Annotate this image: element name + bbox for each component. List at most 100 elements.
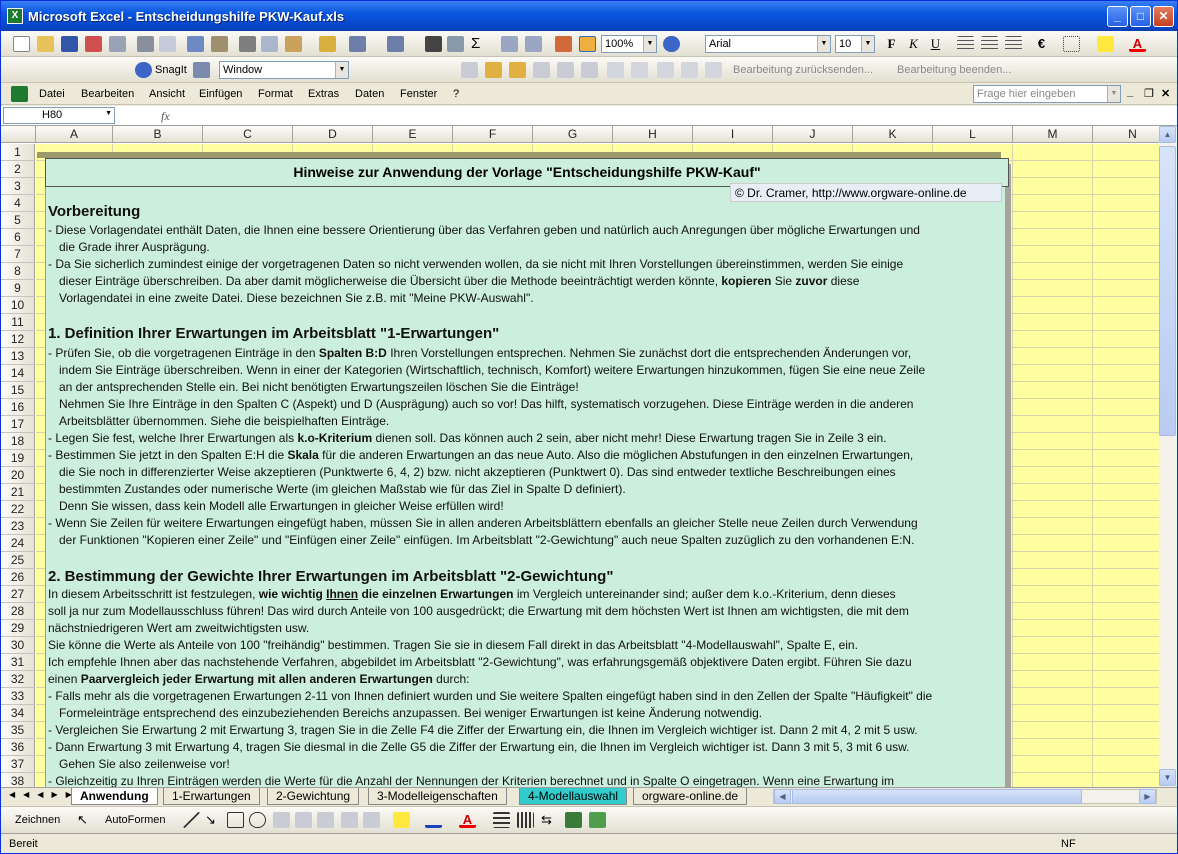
row-header[interactable]: 33 (1, 688, 35, 705)
menu-ansicht[interactable]: Ansicht (149, 88, 185, 100)
vertical-scrollbar[interactable]: ▲ ▼ (1159, 126, 1177, 787)
help-icon[interactable] (663, 36, 680, 52)
excel-app-icon[interactable]: X (7, 8, 23, 24)
spelling-icon[interactable] (187, 36, 204, 52)
font-color-icon[interactable]: A (1129, 36, 1146, 52)
new-icon[interactable] (13, 36, 30, 52)
sort-asc-icon[interactable] (501, 36, 518, 52)
font-size-select[interactable]: 10 ▼ (835, 35, 875, 53)
menu-daten[interactable]: Daten (355, 88, 384, 100)
row-header[interactable]: 4 (1, 195, 35, 212)
snagit-window-select[interactable]: Window ▼ (219, 61, 349, 79)
scroll-left-icon[interactable]: ◀ (774, 789, 791, 804)
row-header[interactable]: 30 (1, 637, 35, 654)
row-header[interactable]: 38 (1, 773, 35, 787)
autoformen-menu[interactable]: AutoFormen (105, 814, 166, 826)
row-header[interactable]: 2 (1, 161, 35, 178)
italic-icon[interactable]: K (905, 36, 922, 52)
maximize-button[interactable]: □ (1130, 6, 1151, 27)
row-header[interactable]: 7 (1, 246, 35, 263)
track-changes-icon[interactable] (607, 62, 624, 78)
column-header[interactable]: F (453, 126, 533, 143)
worksheet-grid[interactable]: ABCDEFGHIJKLMN 1 2 3 4 5 6 7 8 9 10 11 12 13 14 15 16 17… (1, 126, 1159, 787)
row-header[interactable]: 13 (1, 348, 35, 365)
row-header[interactable]: 21 (1, 484, 35, 501)
redo-icon[interactable] (387, 36, 404, 52)
textbox-icon[interactable] (273, 812, 290, 828)
column-header[interactable]: M (1013, 126, 1093, 143)
menu-fenster[interactable]: Fenster (400, 88, 437, 100)
row-header[interactable]: 5 (1, 212, 35, 229)
paste-icon[interactable] (285, 36, 302, 52)
row-header[interactable]: 18 (1, 433, 35, 450)
chart-wizard-icon[interactable] (555, 36, 572, 52)
snagit-label[interactable]: SnagIt (155, 64, 187, 76)
bold-icon[interactable]: F (883, 36, 900, 52)
diagram-icon[interactable] (317, 812, 334, 828)
dash-style-icon[interactable] (517, 812, 534, 828)
end-review-label[interactable]: Bearbeitung beenden... (897, 64, 1011, 76)
undo-icon[interactable] (349, 36, 366, 52)
row-header[interactable]: 25 (1, 552, 35, 569)
row-header[interactable]: 20 (1, 467, 35, 484)
shadow-icon[interactable] (565, 812, 582, 828)
row-header[interactable]: 6 (1, 229, 35, 246)
sort-desc-icon[interactable] (525, 36, 542, 52)
print-icon[interactable] (137, 36, 154, 52)
row-header[interactable]: 29 (1, 620, 35, 637)
minimize-button[interactable]: _ (1107, 6, 1128, 27)
tab-orgware-online[interactable]: orgware-online.de (633, 788, 748, 805)
edit-comment-icon[interactable] (509, 62, 526, 78)
column-header[interactable]: A (36, 126, 113, 143)
row-header[interactable]: 15 (1, 382, 35, 399)
row-header[interactable]: 37 (1, 756, 35, 773)
next-comment-icon[interactable] (557, 62, 574, 78)
draw-font-color-icon[interactable]: A (459, 812, 476, 828)
row-header[interactable]: 24 (1, 535, 35, 552)
menu-bearbeiten[interactable]: Bearbeiten (81, 88, 134, 100)
autosum-icon[interactable]: Σ (471, 36, 488, 52)
column-header[interactable]: N (1093, 126, 1159, 143)
row-header[interactable]: 10 (1, 297, 35, 314)
align-left-icon[interactable] (957, 36, 974, 52)
column-header[interactable]: D (293, 126, 373, 143)
row-header[interactable]: 23 (1, 518, 35, 535)
row-header[interactable]: 28 (1, 603, 35, 620)
row-header[interactable]: 35 (1, 722, 35, 739)
menu-extras[interactable]: Extras (308, 88, 339, 100)
row-header[interactable]: 36 (1, 739, 35, 756)
menu-datei[interactable]: Datei (39, 88, 65, 100)
column-header[interactable]: E (373, 126, 453, 143)
arrow-style-icon[interactable]: ⇆ (541, 812, 558, 828)
ink-icon[interactable] (447, 36, 464, 52)
line-color-icon[interactable] (425, 812, 442, 828)
3d-icon[interactable] (589, 812, 606, 828)
rectangle-icon[interactable] (227, 812, 244, 828)
row-header[interactable]: 31 (1, 654, 35, 671)
column-header[interactable]: I (693, 126, 773, 143)
hscroll-thumb[interactable] (792, 789, 1082, 804)
review-icon[interactable] (461, 62, 478, 78)
doc-minimize-button[interactable]: _ (1127, 86, 1133, 98)
send-for-review-label[interactable]: Bearbeitung zurücksenden... (733, 64, 873, 76)
row-header[interactable]: 16 (1, 399, 35, 416)
fill-icon[interactable] (393, 812, 410, 828)
underline-icon[interactable]: U (927, 36, 944, 52)
line-icon[interactable] (183, 812, 200, 828)
row-header[interactable]: 27 (1, 586, 35, 603)
row-header[interactable]: 32 (1, 671, 35, 688)
row-header[interactable]: 19 (1, 450, 35, 467)
reject-icon[interactable] (657, 62, 674, 78)
email-icon[interactable] (109, 36, 126, 52)
align-center-icon[interactable] (981, 36, 998, 52)
reply-icon[interactable] (705, 62, 722, 78)
snagit-icon[interactable] (135, 62, 152, 78)
column-header[interactable]: G (533, 126, 613, 143)
row-header[interactable]: 9 (1, 280, 35, 297)
picture-icon[interactable] (363, 812, 380, 828)
column-header[interactable]: J (773, 126, 853, 143)
horizontal-scrollbar[interactable]: ◀ ▶ (773, 789, 1157, 804)
row-header[interactable]: 11 (1, 314, 35, 331)
hyperlink-icon[interactable] (425, 36, 442, 52)
zoom-select[interactable]: 100% ▼ (601, 35, 657, 53)
